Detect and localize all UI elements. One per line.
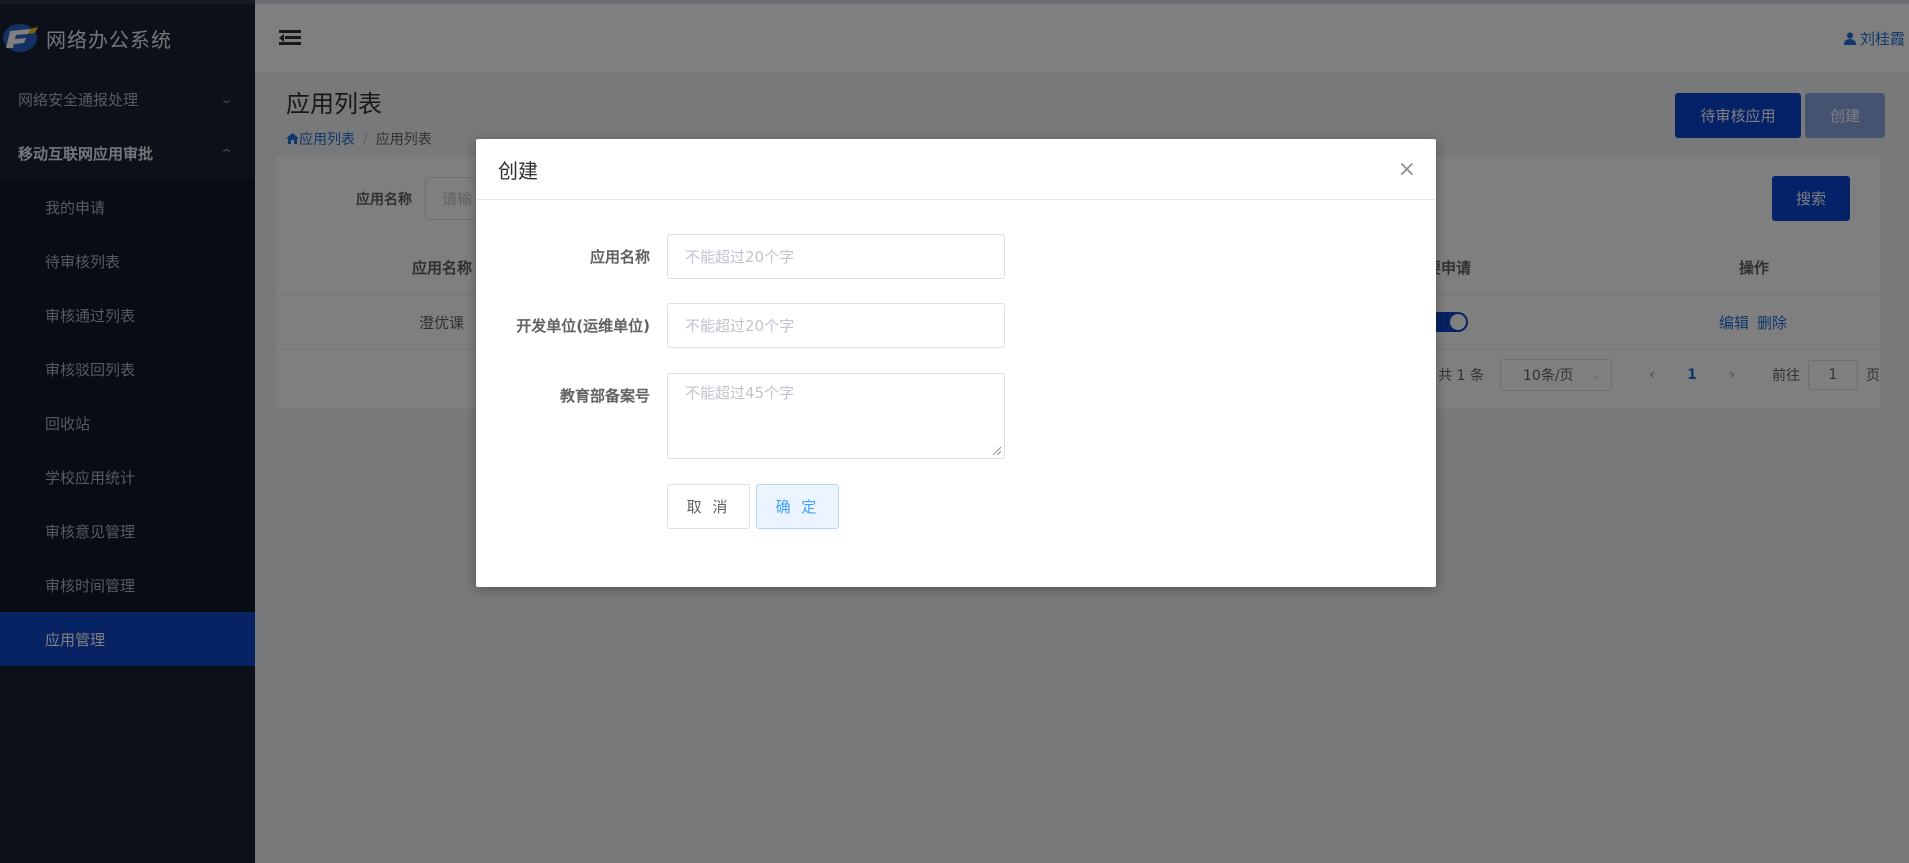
app-root: 网络办公系统 网络安全通报处理 ⌄ 移动互联网应用审批 ⌃ 我的申请 待审核列表… [0,0,1909,863]
dialog-title: 创建 [498,158,538,183]
dialog-header: 创建 × [476,139,1436,200]
app-name-placeholder: 不能超过20个字 [685,248,795,266]
form-item-developer: 开发单位(运维单位) 不能超过20个字 [476,303,1436,348]
app-name-label: 应用名称 [589,248,650,266]
resize-handle-icon[interactable] [992,446,1002,456]
developer-input[interactable]: 不能超过20个字 [667,303,1005,348]
close-icon[interactable]: × [1398,157,1416,182]
record-number-placeholder: 不能超过45个字 [685,384,795,402]
form-item-name: 应用名称 不能超过20个字 [476,234,1436,279]
record-number-textarea[interactable]: 不能超过45个字 [667,373,1005,459]
record-number-label: 教育部备案号 [559,387,650,405]
app-name-input[interactable]: 不能超过20个字 [667,234,1005,279]
form-item-record: 教育部备案号 不能超过45个字 [476,373,1436,459]
developer-placeholder: 不能超过20个字 [685,317,795,335]
dialog-actions: 取 消 确 定 [667,484,839,529]
confirm-button[interactable]: 确 定 [756,484,839,529]
cancel-button[interactable]: 取 消 [667,484,750,529]
create-dialog: 创建 × 应用名称 不能超过20个字 开发单位(运维单位) 不能超过20个字 教… [476,139,1436,587]
developer-label: 开发单位(运维单位) [516,317,650,335]
